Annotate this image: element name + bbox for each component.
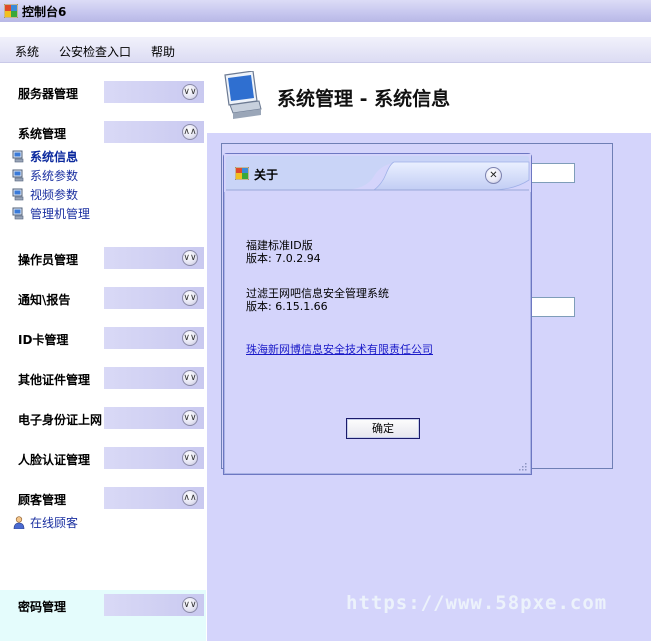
about-dialog: 关于 ✕ 福建标准ID版 版本: 7.0.2.94 过滤王网吧信息安全管理系统 …: [223, 153, 532, 475]
sidebar-item-online-customers[interactable]: 在线顾客: [12, 514, 78, 532]
group-password-management[interactable]: 密码管理 ∨∨: [0, 594, 206, 616]
group-server-management[interactable]: 服务器管理 ∨∨: [0, 81, 206, 103]
close-icon[interactable]: ✕: [485, 167, 502, 184]
chevron-double-down-icon[interactable]: ∨∨: [182, 250, 198, 266]
chevron-double-up-icon[interactable]: ∧∧: [182, 490, 198, 506]
info-field[interactable]: [529, 163, 575, 183]
menu-help[interactable]: 帮助: [151, 43, 175, 60]
watermark-text: https://www.58pxe.com: [346, 592, 608, 614]
sidebar-item-system-params[interactable]: 系统参数: [12, 167, 78, 185]
group-label: 密码管理: [18, 600, 67, 614]
menu-system[interactable]: 系统: [15, 43, 39, 60]
computer-icon: [12, 150, 24, 163]
window-titlebar[interactable]: 控制台6: [0, 0, 651, 22]
sidebar-item-system-info[interactable]: 系统信息: [12, 148, 78, 166]
group-label: 顾客管理: [18, 493, 67, 507]
sidebar: 服务器管理 ∨∨ 系统管理 ∧∧ 系统信息 系统参数 视频参数 管理机管理 操作…: [0, 63, 206, 641]
page-title: 系统管理 - 系统信息: [277, 88, 451, 110]
chevron-double-down-icon[interactable]: ∨∨: [182, 597, 198, 613]
chevron-double-up-icon[interactable]: ∧∧: [182, 124, 198, 140]
chevron-double-down-icon[interactable]: ∨∨: [182, 410, 198, 426]
chevron-double-down-icon[interactable]: ∨∨: [182, 330, 198, 346]
group-label: 操作员管理: [18, 253, 79, 267]
group-label: 通知\报告: [18, 293, 71, 307]
group-other-documents[interactable]: 其他证件管理 ∨∨: [0, 367, 206, 389]
product2-version: 版本: 6.15.1.66: [246, 300, 328, 313]
sidebar-item-label: 系统参数: [30, 169, 79, 183]
menu-police-check[interactable]: 公安检查入口: [59, 43, 131, 60]
group-customer-management[interactable]: 顾客管理 ∧∧: [0, 487, 206, 509]
user-icon: [13, 516, 25, 529]
group-label: 系统管理: [18, 127, 67, 141]
chevron-double-down-icon[interactable]: ∨∨: [182, 450, 198, 466]
ok-button[interactable]: 确定: [346, 418, 420, 439]
dialog-title: 关于: [254, 168, 279, 182]
chevron-double-down-icon[interactable]: ∨∨: [182, 84, 198, 100]
window-title: 控制台6: [22, 5, 67, 19]
sidebar-item-manager-machines[interactable]: 管理机管理: [12, 205, 90, 223]
page-header: 系统管理 - 系统信息: [207, 63, 651, 133]
group-system-management[interactable]: 系统管理 ∧∧: [0, 121, 206, 143]
group-face-auth[interactable]: 人脸认证管理 ∨∨: [0, 447, 206, 469]
group-id-card-management[interactable]: ID卡管理 ∨∨: [0, 327, 206, 349]
chevron-double-down-icon[interactable]: ∨∨: [182, 290, 198, 306]
menubar: 系统 公安检查入口 帮助: [0, 37, 651, 63]
group-eid-online[interactable]: 电子身份证上网 ∨∨: [0, 407, 206, 429]
computer-monitor-icon: [224, 71, 262, 119]
computer-icon: [12, 207, 24, 220]
sidebar-item-label: 管理机管理: [30, 207, 91, 221]
company-link[interactable]: 珠海新网博信息安全技术有限责任公司: [246, 341, 433, 357]
computer-icon: [12, 188, 24, 201]
group-label: 人脸认证管理: [18, 453, 91, 467]
resize-grip-icon[interactable]: [519, 463, 527, 471]
group-label: ID卡管理: [18, 333, 69, 347]
group-label: 电子身份证上网: [18, 413, 103, 427]
sidebar-item-label: 视频参数: [30, 188, 79, 202]
group-operator-management[interactable]: 操作员管理 ∨∨: [0, 247, 206, 269]
sidebar-item-label: 在线顾客: [30, 516, 79, 530]
group-notice-report[interactable]: 通知\报告 ∨∨: [0, 287, 206, 309]
product1-version: 版本: 7.0.2.94: [246, 252, 321, 265]
chevron-double-down-icon[interactable]: ∨∨: [182, 370, 198, 386]
group-label: 服务器管理: [18, 87, 79, 101]
app-window-icon: [4, 4, 18, 18]
app-window-icon: [235, 167, 249, 180]
sidebar-item-label: 系统信息: [30, 150, 79, 164]
sidebar-item-video-params[interactable]: 视频参数: [12, 186, 78, 204]
info-field[interactable]: [529, 297, 575, 317]
group-label: 其他证件管理: [18, 373, 91, 387]
computer-icon: [12, 169, 24, 182]
